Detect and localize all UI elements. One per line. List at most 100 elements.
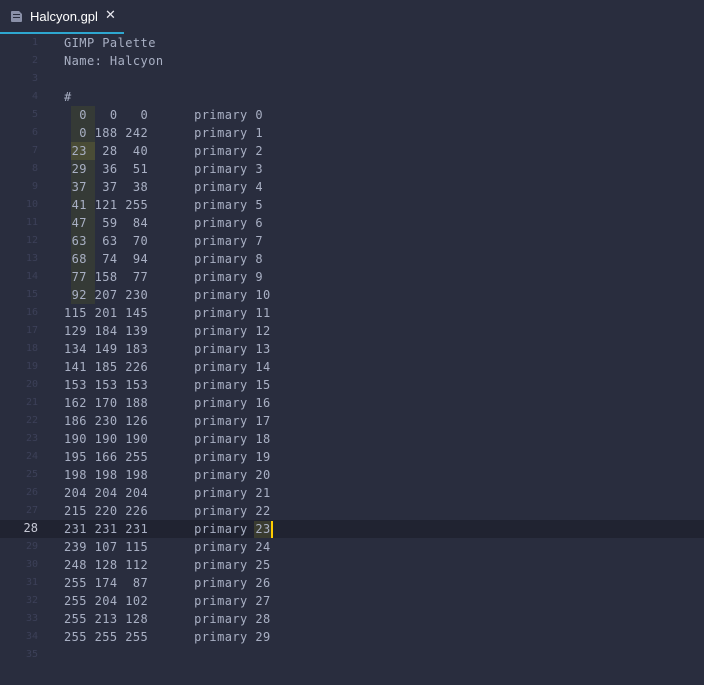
line-number: 8: [31, 163, 38, 174]
line-number: 31: [25, 577, 38, 588]
close-icon[interactable]: ✕: [105, 8, 116, 23]
line-number: 7: [31, 145, 38, 156]
line-text: 231 231 231 primary 23: [64, 522, 271, 536]
line-text: 68 74 94 primary 8: [64, 252, 264, 266]
text-caret: [270, 521, 273, 538]
line-text: 190 190 190 primary 18: [64, 432, 271, 446]
line-text: 255 255 255 primary 29: [64, 630, 271, 644]
editor-line[interactable]: 7 23 28 40 primary 2: [0, 142, 704, 160]
editor-line[interactable]: 1 GIMP Palette: [0, 34, 704, 52]
line-text: 186 230 126 primary 17: [64, 414, 271, 428]
line-number: 3: [31, 73, 38, 84]
editor-line[interactable]: 32 255 204 102 primary 27: [0, 592, 704, 610]
editor-line[interactable]: 22 186 230 126 primary 17: [0, 412, 704, 430]
line-number: 13: [25, 253, 38, 264]
line-text: 129 184 139 primary 12: [64, 324, 271, 338]
line-number: 16: [25, 307, 38, 318]
line-number: 27: [25, 505, 38, 516]
editor-line[interactable]: 18 134 149 183 primary 13: [0, 340, 704, 358]
line-number: 32: [25, 595, 38, 606]
tab-halcyon-gpl[interactable]: Halcyon.gpl ✕: [0, 0, 124, 34]
line-number: 29: [25, 541, 38, 552]
line-number: 26: [25, 487, 38, 498]
line-number: 25: [25, 469, 38, 480]
line-text: 255 204 102 primary 27: [64, 594, 271, 608]
line-text: 162 170 188 primary 16: [64, 396, 271, 410]
tab-bar: Halcyon.gpl ✕: [0, 0, 704, 34]
line-number: 4: [31, 91, 38, 102]
editor-line[interactable]: 19 141 185 226 primary 14: [0, 358, 704, 376]
editor-line[interactable]: 33 255 213 128 primary 28: [0, 610, 704, 628]
line-text: 77 158 77 primary 9: [64, 270, 264, 284]
editor-line[interactable]: 27 215 220 226 primary 22: [0, 502, 704, 520]
editor-line[interactable]: 34 255 255 255 primary 29: [0, 628, 704, 646]
line-number: 19: [25, 361, 38, 372]
editor-line[interactable]: 16 115 201 145 primary 11: [0, 304, 704, 322]
line-text: 255 213 128 primary 28: [64, 612, 271, 626]
line-text: 37 37 38 primary 4: [64, 180, 264, 194]
line-number: 11: [25, 217, 38, 228]
line-text: 153 153 153 primary 15: [64, 378, 271, 392]
line-text: 41 121 255 primary 5: [64, 198, 264, 212]
line-text: 134 149 183 primary 13: [64, 342, 271, 356]
line-text: Name: Halcyon: [64, 54, 164, 68]
line-number: 6: [31, 127, 38, 138]
line-text: GIMP Palette: [64, 36, 156, 50]
editor-line[interactable]: 2 Name: Halcyon: [0, 52, 704, 70]
editor-line[interactable]: 35: [0, 646, 704, 664]
editor-line-current[interactable]: 28 231 231 231 primary 23: [0, 520, 704, 538]
editor-line[interactable]: 31 255 174 87 primary 26: [0, 574, 704, 592]
line-text: 255 174 87 primary 26: [64, 576, 271, 590]
line-text: 47 59 84 primary 6: [64, 216, 264, 230]
editor-line[interactable]: 15 92 207 230 primary 10: [0, 286, 704, 304]
line-number: 18: [25, 343, 38, 354]
editor-line[interactable]: 4 #: [0, 88, 704, 106]
editor-line[interactable]: 24 195 166 255 primary 19: [0, 448, 704, 466]
editor-line[interactable]: 13 68 74 94 primary 8: [0, 250, 704, 268]
line-text: 141 185 226 primary 14: [64, 360, 271, 374]
line-number: 14: [25, 271, 38, 282]
line-text: 215 220 226 primary 22: [64, 504, 271, 518]
line-text: 63 63 70 primary 7: [64, 234, 264, 248]
editor-line[interactable]: 10 41 121 255 primary 5: [0, 196, 704, 214]
line-number: 9: [31, 181, 38, 192]
line-text: 195 166 255 primary 19: [64, 450, 271, 464]
line-text: 23 28 40 primary 2: [64, 144, 264, 158]
line-text: 0 188 242 primary 1: [64, 126, 264, 140]
line-number: 17: [25, 325, 38, 336]
line-text: 0 0 0 primary 0: [64, 108, 264, 122]
editor-line[interactable]: 8 29 36 51 primary 3: [0, 160, 704, 178]
editor-line[interactable]: 12 63 63 70 primary 7: [0, 232, 704, 250]
line-text: 248 128 112 primary 25: [64, 558, 271, 572]
editor-line[interactable]: 26 204 204 204 primary 21: [0, 484, 704, 502]
line-number: 2: [31, 55, 38, 66]
line-number: 23: [25, 433, 38, 444]
line-number: 24: [25, 451, 38, 462]
line-text: 115 201 145 primary 11: [64, 306, 271, 320]
line-text: 29 36 51 primary 3: [64, 162, 264, 176]
editor-line[interactable]: 5 0 0 0 primary 0: [0, 106, 704, 124]
line-number: 15: [25, 289, 38, 300]
editor-line[interactable]: 6 0 188 242 primary 1: [0, 124, 704, 142]
editor-line[interactable]: 17 129 184 139 primary 12: [0, 322, 704, 340]
line-number: 10: [25, 199, 38, 210]
line-text: 239 107 115 primary 24: [64, 540, 271, 554]
line-number: 30: [25, 559, 38, 570]
editor-line[interactable]: 9 37 37 38 primary 4: [0, 178, 704, 196]
editor-line[interactable]: 25 198 198 198 primary 20: [0, 466, 704, 484]
line-number: 5: [31, 109, 38, 120]
line-number: 35: [25, 649, 38, 660]
code-editor[interactable]: 1 GIMP Palette 2 Name: Halcyon 3 4 #5 0 0 0 pr…: [0, 34, 704, 685]
file-icon: [11, 11, 22, 22]
editor-line[interactable]: 21 162 170 188 primary 16: [0, 394, 704, 412]
editor-line[interactable]: 23 190 190 190 primary 18: [0, 430, 704, 448]
editor-line[interactable]: 11 47 59 84 primary 6: [0, 214, 704, 232]
line-text: 204 204 204 primary 21: [64, 486, 271, 500]
editor-line[interactable]: 20 153 153 153 primary 15: [0, 376, 704, 394]
editor-line[interactable]: 14 77 158 77 primary 9: [0, 268, 704, 286]
tab-title: Halcyon.gpl: [30, 9, 98, 24]
editor-line[interactable]: 30 248 128 112 primary 25: [0, 556, 704, 574]
editor-line[interactable]: 29 239 107 115 primary 24: [0, 538, 704, 556]
editor-line[interactable]: 3: [0, 70, 704, 88]
line-number: 22: [25, 415, 38, 426]
